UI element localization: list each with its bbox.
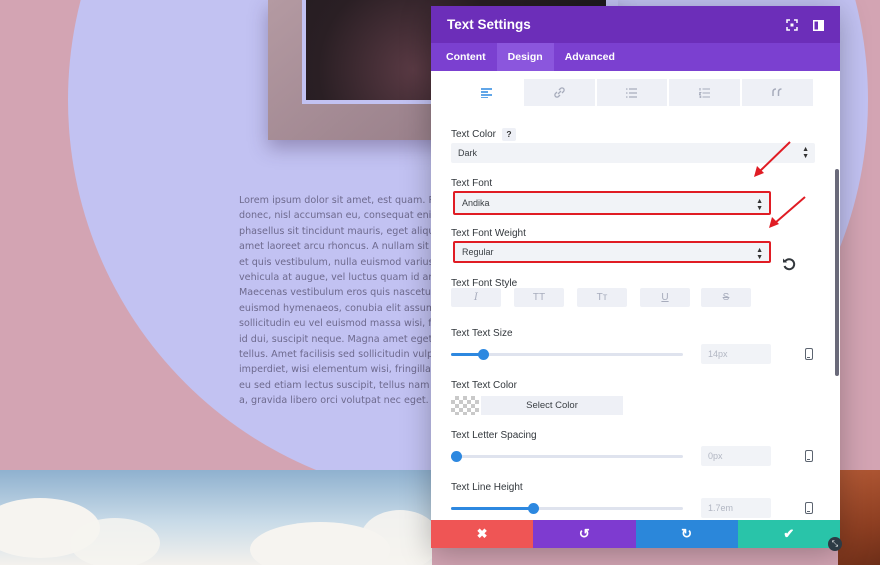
text-font-label: Text Font (451, 178, 493, 189)
line-height-slider-fill (451, 507, 534, 510)
lorem-text-block: Lorem ipsum dolor sit amet, est quam. Po… (239, 193, 437, 413)
scrollbar[interactable] (835, 169, 839, 376)
text-subtabs (451, 79, 815, 106)
lorem-line: donec, nisl accumsan eu, consequat enim … (239, 210, 437, 222)
reset-icon[interactable] (782, 257, 796, 271)
undo-button[interactable]: ↺ (533, 520, 636, 548)
modal-footer: ✖ ↺ ↻ ✔ (431, 520, 840, 548)
lorem-line: Maecenas vestibulum eros quis nascetur (239, 287, 435, 299)
line-height-input[interactable]: 1.7em (701, 498, 771, 518)
text-font-select[interactable]: Andika ▲ ▼ (453, 191, 771, 215)
redo-button[interactable]: ↻ (635, 520, 738, 548)
text-size-label: Text Text Size (451, 328, 513, 339)
fullscreen-icon[interactable] (786, 19, 798, 31)
align-left-icon[interactable] (451, 79, 522, 106)
text-text-color-label: Text Text Color (451, 380, 517, 391)
line-height-label: Text Line Height (451, 482, 523, 493)
text-size-slider-thumb[interactable] (478, 349, 490, 360)
chevron-updown-icon: ▲ ▼ (802, 146, 809, 160)
rock-image (838, 470, 880, 565)
letter-spacing-slider-thumb[interactable] (450, 451, 462, 462)
tab-design[interactable]: Design (496, 43, 554, 71)
text-font-weight-select[interactable]: Regular ▲ ▼ (453, 241, 771, 263)
lorem-line: eu sed etiam lectus suscipit, tellus nam… (239, 379, 437, 391)
quote-icon[interactable] (742, 79, 813, 106)
letter-spacing-label: Text Letter Spacing (451, 430, 537, 441)
text-color-value: Dark (458, 148, 478, 158)
lorem-line: euismod hymenaeos, conubia elit assumend… (239, 302, 437, 314)
undo-icon: ↺ (578, 526, 590, 541)
text-color-select[interactable]: Dark ▲ ▼ (451, 143, 815, 163)
list-icon[interactable] (596, 79, 668, 106)
text-settings-modal: Text Settings Content Design Advanced Te… (431, 6, 840, 548)
ordered-list-icon[interactable] (669, 79, 741, 106)
save-button[interactable]: ✔ (737, 520, 840, 548)
lorem-line: phasellus sit tincidunt mauris, eget ali… (239, 225, 437, 237)
cancel-button[interactable]: ✖ (431, 520, 534, 548)
uppercase-button[interactable]: TT (514, 288, 564, 307)
modal-header: Text Settings (431, 6, 840, 43)
checkmark-icon: ✔ (783, 526, 795, 541)
lorem-line: imperdiet, wisi elementum wisi, fringill… (239, 364, 437, 376)
phone-icon[interactable] (805, 450, 813, 462)
phone-icon[interactable] (805, 348, 813, 360)
lorem-line: et quis vestibulum, nulla euismod varius (239, 256, 434, 268)
letter-spacing-slider[interactable] (450, 451, 683, 462)
lorem-line: a, gravida libero orci volutpat nec eget… (239, 395, 429, 407)
text-size-input[interactable]: 14px (701, 344, 771, 364)
lorem-line: sollicitudin eu vel euismod massa wisi, … (239, 318, 437, 330)
lorem-line: amet laoreet arcu rhoncus. A nullam sit … (239, 241, 437, 253)
text-size-slider[interactable] (451, 349, 683, 360)
letter-spacing-input[interactable]: 0px (701, 446, 771, 466)
chevron-updown-icon: ▲ ▼ (756, 247, 763, 261)
link-icon[interactable] (523, 79, 595, 106)
modal-tabs: Content Design Advanced (431, 43, 840, 71)
tab-content[interactable]: Content (435, 43, 497, 71)
line-height-slider[interactable] (451, 503, 683, 514)
text-font-value: Andika (462, 198, 490, 208)
resize-handle-icon[interactable]: ⤡ (828, 537, 842, 551)
underline-button[interactable]: U (640, 288, 690, 307)
phone-icon[interactable] (805, 502, 813, 514)
lorem-line: tellus. Amet facilisis sed sollicitudin … (239, 348, 437, 360)
tab-advanced[interactable]: Advanced (554, 43, 626, 71)
color-swatch[interactable] (451, 396, 479, 415)
text-color-label-text: Text Color (451, 129, 497, 140)
italic-button[interactable]: I (451, 288, 501, 307)
strikethrough-button[interactable]: S (701, 288, 751, 307)
capitalize-button[interactable]: Tт (577, 288, 627, 307)
select-color-button[interactable]: Select Color (481, 396, 623, 415)
lorem-line: id dui, suscipit neque. Magna amet eget … (239, 333, 437, 345)
line-height-slider-thumb[interactable] (528, 503, 540, 514)
close-icon: ✖ (476, 526, 488, 541)
lorem-line: vehicula at augue, vel luctus quam id an… (239, 271, 437, 283)
modal-title: Text Settings (447, 17, 531, 32)
help-icon[interactable]: ? (502, 128, 517, 141)
text-color-label: Text Color? (451, 128, 517, 141)
redo-icon: ↻ (681, 526, 693, 541)
chevron-updown-icon: ▲ ▼ (756, 198, 763, 212)
modal-body: Text Color? Dark ▲ ▼ Text Font Andika ▲ ▼ … (431, 71, 840, 520)
lorem-line: Lorem ipsum dolor sit amet, est quam. Po… (239, 195, 437, 206)
text-font-weight-value: Regular (462, 247, 494, 257)
text-font-weight-label: Text Font Weight (451, 228, 526, 239)
sky-image (0, 470, 432, 565)
sidebar-toggle-icon[interactable] (812, 19, 824, 31)
